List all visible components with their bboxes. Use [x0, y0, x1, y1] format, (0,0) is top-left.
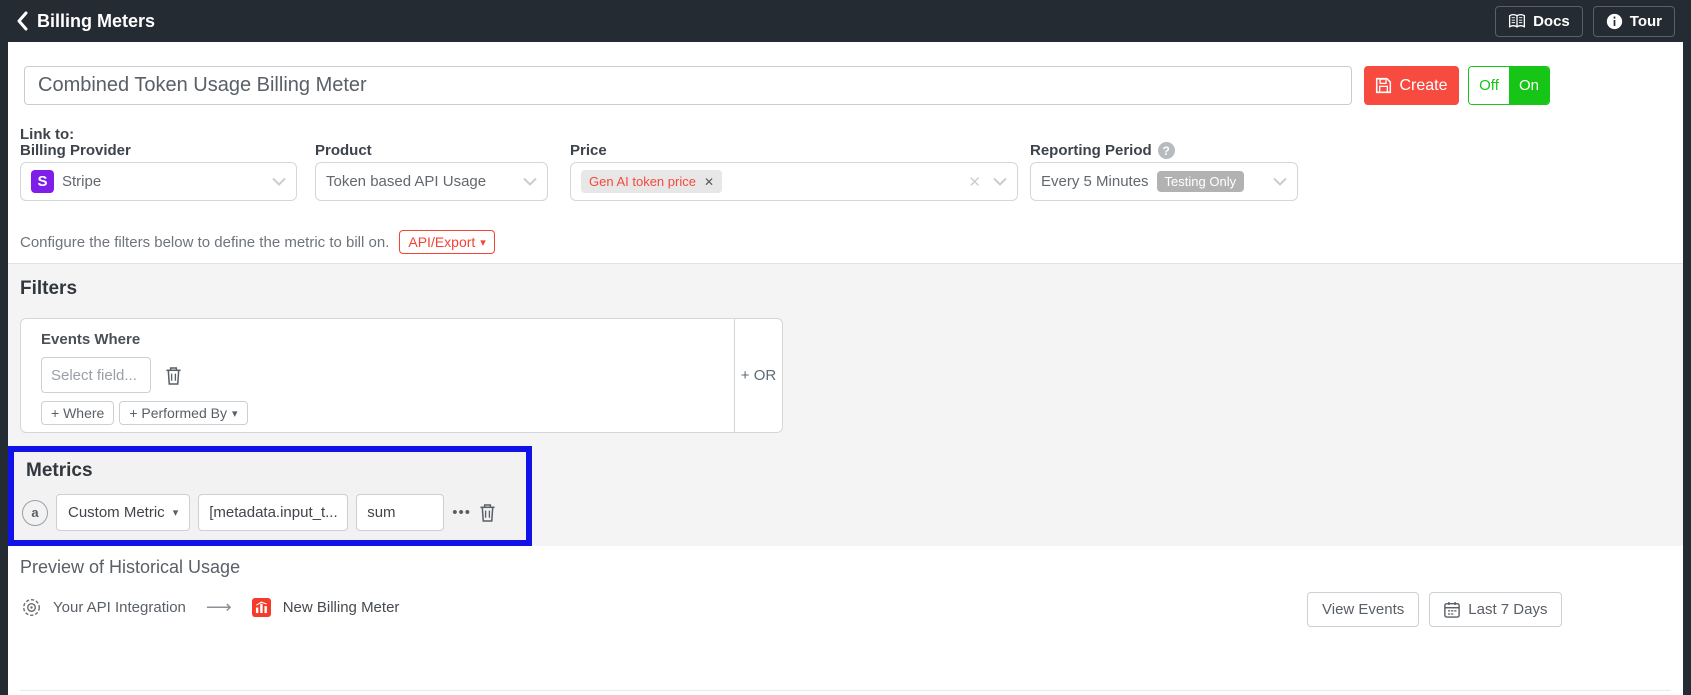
docs-label: Docs — [1533, 12, 1570, 30]
billing-provider-value: Stripe — [62, 173, 102, 190]
price-tag: Gen AI token price ✕ — [581, 170, 723, 193]
billing-meter-icon — [251, 598, 271, 617]
filter-group-card: Events Where + Where + Performed By ▾ + … — [20, 318, 783, 433]
testing-only-badge: Testing Only — [1156, 171, 1245, 192]
create-button[interactable]: Create — [1364, 66, 1459, 105]
calendar-icon — [1444, 601, 1461, 618]
back-chevron-icon — [17, 11, 28, 31]
chevron-down-icon — [272, 177, 286, 186]
topbar-actions: Docs Tour — [1495, 5, 1675, 37]
stripe-icon: S — [31, 170, 54, 193]
chevron-down-icon — [523, 177, 537, 186]
save-icon — [1376, 77, 1392, 94]
new-billing-meter-label: New Billing Meter — [282, 599, 400, 616]
remove-tag-icon[interactable]: ✕ — [704, 175, 714, 189]
help-icon[interactable]: ? — [1157, 142, 1175, 159]
meter-name-input[interactable] — [24, 66, 1352, 105]
book-icon — [1509, 13, 1526, 28]
view-events-button[interactable]: View Events — [1307, 592, 1420, 627]
reporting-period-select[interactable]: Every 5 Minutes Testing Only — [1030, 162, 1298, 201]
billing-provider-select[interactable]: S Stripe — [20, 162, 297, 201]
toggle-off-option[interactable]: Off — [1469, 67, 1509, 104]
add-or-button[interactable]: + OR — [734, 319, 782, 432]
date-range-button[interactable]: Last 7 Days — [1429, 592, 1563, 627]
select-field-input[interactable] — [41, 357, 151, 393]
api-integration-label: Your API Integration — [53, 599, 186, 616]
configure-note: Configure the filters below to define th… — [20, 230, 495, 254]
info-icon — [1606, 13, 1622, 29]
trash-icon — [480, 504, 495, 522]
product-label: Product — [315, 142, 372, 159]
filter-group-main: Events Where + Where + Performed By ▾ — [21, 319, 734, 432]
price-label: Price — [570, 142, 607, 159]
reporting-period-label: Reporting Period ? — [1030, 142, 1175, 159]
delete-filter-button[interactable] — [165, 366, 182, 385]
configure-note-text: Configure the filters below to define th… — [20, 233, 390, 251]
events-where-label: Events Where — [41, 331, 141, 348]
topbar: Billing Meters Docs Tour — [0, 0, 1691, 42]
more-options-button[interactable]: ••• — [452, 504, 471, 521]
off-on-toggle: Off On — [1468, 66, 1550, 105]
content-panel: Create Off On Link to: Billing Provider … — [8, 42, 1683, 695]
tour-label: Tour — [1629, 12, 1662, 30]
api-export-button[interactable]: API/Export ▾ — [399, 230, 495, 254]
docs-button[interactable]: Docs — [1495, 5, 1583, 37]
delete-metric-button[interactable] — [479, 503, 496, 522]
price-select[interactable]: Gen AI token price ✕ ✕ — [570, 162, 1018, 201]
metric-type-select[interactable]: Custom Metric ▾ — [56, 494, 191, 531]
filter-add-buttons: + Where + Performed By ▾ — [41, 401, 714, 425]
add-performed-by-button[interactable]: + Performed By ▾ — [119, 401, 248, 425]
caret-down-icon: ▾ — [480, 236, 486, 249]
filter-row — [41, 357, 714, 393]
product-value: Token based API Usage — [326, 173, 487, 190]
preview-actions: View Events Last 7 Days — [1307, 592, 1563, 627]
toggle-on-option[interactable]: On — [1509, 67, 1549, 104]
chart-divider — [20, 690, 1671, 691]
back-button[interactable]: Billing Meters — [16, 11, 155, 32]
arrow-right-icon: ⟶ — [205, 597, 232, 617]
metric-letter-badge: a — [22, 499, 48, 526]
metric-aggregation-input[interactable] — [356, 494, 445, 531]
caret-down-icon: ▾ — [231, 407, 238, 420]
trash-icon — [166, 366, 181, 385]
add-where-button[interactable]: + Where — [41, 401, 115, 425]
metrics-highlight-box: Metrics a Custom Metric ▾ ••• — [8, 446, 532, 546]
metrics-heading: Metrics — [26, 460, 93, 481]
preview-flow-row: Your API Integration ⟶ New Billing Meter — [22, 597, 399, 618]
app-root: Billing Meters Docs Tour Create Off On L… — [0, 0, 1691, 695]
page-title: Billing Meters — [37, 10, 156, 31]
preview-heading: Preview of Historical Usage — [20, 557, 241, 577]
create-label: Create — [1399, 76, 1448, 94]
link-to-label: Link to: — [20, 126, 75, 143]
tour-button[interactable]: Tour — [1592, 5, 1675, 37]
caret-down-icon: ▾ — [172, 507, 179, 519]
billing-provider-label: Billing Provider — [20, 142, 131, 159]
product-select[interactable]: Token based API Usage — [315, 162, 548, 201]
filters-heading: Filters — [20, 278, 78, 299]
metric-row: a Custom Metric ▾ ••• — [22, 494, 496, 531]
chevron-down-icon — [1273, 177, 1287, 186]
metric-field-input[interactable] — [198, 494, 349, 531]
chevron-down-icon — [993, 177, 1007, 186]
target-icon — [22, 598, 41, 617]
price-tag-label: Gen AI token price — [589, 174, 696, 189]
clear-selection-icon[interactable]: ✕ — [968, 173, 981, 191]
reporting-period-value: Every 5 Minutes — [1041, 173, 1149, 190]
